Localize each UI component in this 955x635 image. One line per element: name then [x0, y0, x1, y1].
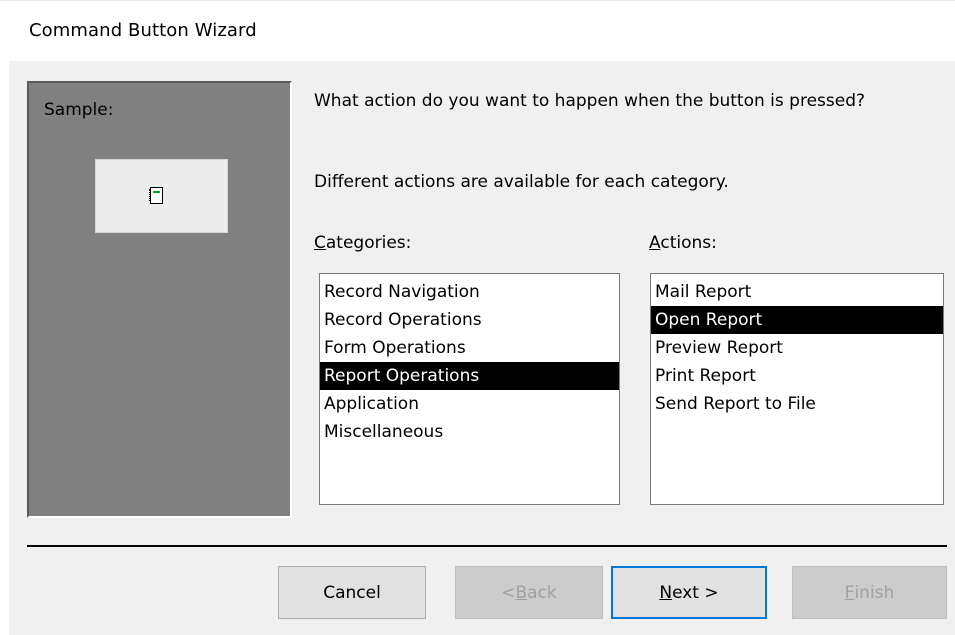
- actions-label: Actions:: [649, 233, 717, 253]
- categories-item[interactable]: Application: [320, 390, 619, 418]
- form-icon: [149, 187, 163, 204]
- actions-item[interactable]: Preview Report: [651, 334, 943, 362]
- actions-item[interactable]: Send Report to File: [651, 390, 943, 418]
- categories-item[interactable]: Report Operations: [320, 362, 619, 390]
- back-button[interactable]: < Back: [455, 566, 603, 619]
- actions-item[interactable]: Mail Report: [651, 278, 943, 306]
- categories-item[interactable]: Miscellaneous: [320, 418, 619, 446]
- sample-label: Sample:: [44, 100, 114, 120]
- categories-item[interactable]: Record Operations: [320, 306, 619, 334]
- actions-item[interactable]: Open Report: [651, 306, 943, 334]
- sample-button-preview: [95, 159, 228, 233]
- question-text: What action do you want to happen when t…: [314, 91, 866, 111]
- categories-listbox[interactable]: Record Navigation Record Operations Form O…: [319, 273, 620, 505]
- window-title: Command Button Wizard: [29, 20, 257, 41]
- actions-item[interactable]: Print Report: [651, 362, 943, 390]
- hint-text: Different actions are available for each…: [314, 172, 729, 192]
- divider: [27, 545, 947, 547]
- categories-item[interactable]: Record Navigation: [320, 278, 619, 306]
- categories-label: Categories:: [314, 233, 412, 253]
- sample-panel: [27, 81, 292, 518]
- cancel-button[interactable]: Cancel: [278, 566, 426, 619]
- finish-button[interactable]: Finish: [792, 566, 947, 619]
- categories-item[interactable]: Form Operations: [320, 334, 619, 362]
- actions-listbox[interactable]: Mail Report Open Report Preview Report Prin…: [650, 273, 944, 505]
- title-bar: Command Button Wizard: [0, 0, 955, 60]
- next-button[interactable]: Next >: [611, 566, 767, 619]
